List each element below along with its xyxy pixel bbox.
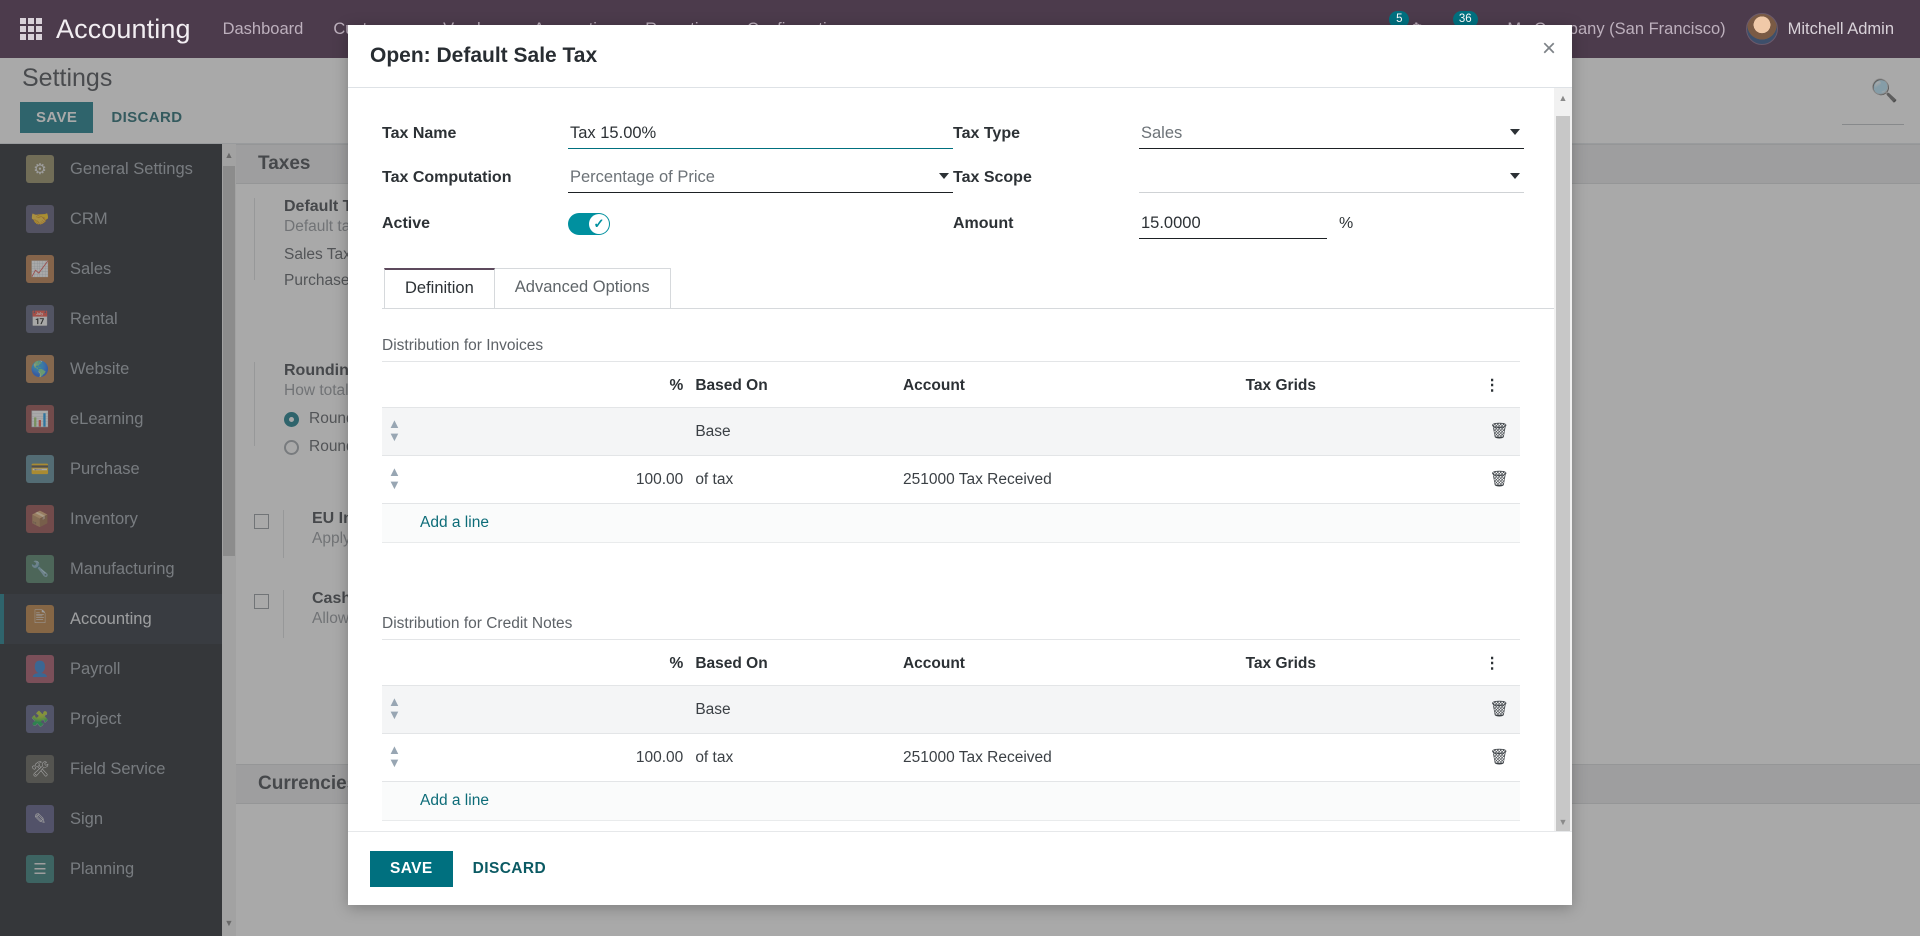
app-brand-title[interactable]: Accounting	[56, 14, 191, 45]
table-row[interactable]: ▲ ▼ 100.00 of tax 251000 Tax Received 🗑	[382, 455, 1520, 504]
active-toggle[interactable]	[568, 213, 610, 235]
dialog-discard-button[interactable]: DISCARD	[459, 851, 560, 887]
label-tax-type: Tax Type	[953, 125, 1020, 142]
th-blank	[428, 362, 557, 408]
add-a-line-invoices[interactable]: Add a line	[382, 504, 1520, 543]
drag-handle-icon[interactable]: ▲ ▼	[382, 685, 428, 734]
tax-computation-select[interactable]	[568, 163, 953, 193]
dialog-body: Tax Name Tax Computation	[348, 88, 1572, 831]
field-tax-scope: Tax Scope	[953, 160, 1524, 196]
label-tax-computation: Tax Computation	[382, 169, 512, 186]
cell-account[interactable]	[896, 407, 1240, 456]
tax-type-select[interactable]	[1139, 119, 1524, 149]
dialog-tabs: Definition Advanced Options	[382, 268, 1572, 309]
th-percent: %	[669, 376, 684, 394]
table-row[interactable]: ▲ ▼ 100.00 of tax 251000 Tax Received 🗑	[382, 733, 1520, 782]
apps-grid-icon[interactable]	[20, 18, 42, 40]
delete-row-icon[interactable]: 🗑	[1478, 733, 1520, 782]
dialog-scroll-thumb[interactable]	[1556, 116, 1570, 831]
table-header-row: % Based On Account Tax Grids ⋮	[382, 362, 1520, 408]
cell-percent[interactable]: 100.00	[556, 733, 690, 782]
th-account: Account	[902, 376, 965, 394]
column-options-icon[interactable]: ⋮	[1478, 362, 1520, 408]
th-account: Account	[902, 654, 965, 672]
th-tax-grids: Tax Grids	[1245, 654, 1316, 672]
cell-account[interactable]: 251000 Tax Received	[896, 455, 1240, 504]
distribution-invoices: Distribution for Invoices % Based On Acc…	[382, 337, 1520, 543]
label-active: Active	[382, 215, 431, 232]
field-amount: Amount %	[953, 206, 1524, 242]
tax-name-input[interactable]	[568, 119, 953, 149]
amount-input[interactable]	[1139, 209, 1327, 239]
distribution-invoices-table: % Based On Account Tax Grids ⋮ ▲ ▼ Base …	[382, 362, 1520, 504]
column-options-icon[interactable]: ⋮	[1478, 640, 1520, 686]
delete-row-icon[interactable]: 🗑	[1478, 455, 1520, 504]
cell-percent[interactable]	[556, 685, 690, 734]
tax-form: Tax Name Tax Computation	[348, 116, 1554, 242]
cell-percent[interactable]: 100.00	[556, 455, 690, 504]
dialog-title: Open: Default Sale Tax	[370, 44, 598, 67]
user-name-label: Mitchell Admin	[1787, 19, 1894, 38]
tab-advanced-options[interactable]: Advanced Options	[494, 268, 671, 309]
cell-based-on[interactable]: of tax	[689, 733, 897, 782]
tax-scope-select[interactable]	[1139, 163, 1524, 193]
distribution-invoices-title: Distribution for Invoices	[382, 337, 1520, 362]
label-tax-name: Tax Name	[382, 125, 457, 142]
dialog-scroll-area: Tax Name Tax Computation	[348, 88, 1572, 831]
dialog-scroll-down-icon[interactable]: ▼	[1557, 817, 1569, 827]
field-tax-type: Tax Type	[953, 116, 1524, 152]
tab-definition[interactable]: Definition	[384, 268, 495, 309]
delete-row-icon[interactable]: 🗑	[1478, 407, 1520, 456]
field-active: Active	[382, 206, 953, 242]
avatar	[1745, 13, 1778, 45]
th-based-on: Based On	[695, 654, 768, 672]
field-tax-computation: Tax Computation	[382, 160, 953, 196]
drag-handle-icon[interactable]: ▲ ▼	[382, 455, 428, 504]
tax-dialog: Open: Default Sale Tax × Tax Name Tax Co…	[348, 25, 1572, 905]
dialog-scroll-up-icon[interactable]: ▲	[1557, 93, 1569, 103]
add-a-line-credit-notes[interactable]: Add a line	[382, 782, 1520, 821]
th-tax-grids: Tax Grids	[1245, 376, 1316, 394]
amount-suffix: %	[1339, 215, 1354, 232]
table-row[interactable]: ▲ ▼ Base 🗑	[382, 407, 1520, 456]
dialog-footer: SAVE DISCARD	[348, 831, 1572, 905]
delete-row-icon[interactable]: 🗑	[1478, 685, 1520, 734]
distribution-credit-notes-table: % Based On Account Tax Grids ⋮ ▲ ▼ Base …	[382, 640, 1520, 782]
cell-tax-grids[interactable]	[1239, 407, 1479, 456]
label-tax-scope: Tax Scope	[953, 169, 1032, 186]
th-percent: %	[669, 654, 684, 672]
cell-account[interactable]: 251000 Tax Received	[896, 733, 1240, 782]
cell-based-on[interactable]: Base	[689, 685, 897, 734]
label-amount: Amount	[953, 215, 1014, 232]
field-tax-name: Tax Name	[382, 116, 953, 152]
dialog-header: Open: Default Sale Tax ×	[348, 25, 1572, 88]
th-blank	[428, 640, 557, 686]
table-row[interactable]: ▲ ▼ Base 🗑	[382, 685, 1520, 734]
cell-tax-grids[interactable]	[1239, 733, 1479, 782]
cell-account[interactable]	[896, 685, 1240, 734]
user-menu[interactable]: Mitchell Admin	[1745, 13, 1894, 45]
cell-percent[interactable]	[556, 407, 690, 456]
th-based-on: Based On	[695, 376, 768, 394]
close-icon[interactable]: ×	[1542, 37, 1556, 61]
drag-handle-icon[interactable]: ▲ ▼	[382, 733, 428, 782]
cell-based-on[interactable]: Base	[689, 407, 897, 456]
form-left-column: Tax Name Tax Computation	[382, 116, 953, 242]
form-right-column: Tax Type Tax Scope	[953, 116, 1524, 242]
nav-item-dashboard[interactable]: Dashboard	[223, 20, 304, 39]
th-drag	[382, 640, 428, 686]
cell-tax-grids[interactable]	[1239, 685, 1479, 734]
drag-handle-icon[interactable]: ▲ ▼	[382, 407, 428, 456]
th-drag	[382, 362, 428, 408]
table-header-row: % Based On Account Tax Grids ⋮	[382, 640, 1520, 686]
cell-based-on[interactable]: of tax	[689, 455, 897, 504]
dialog-save-button[interactable]: SAVE	[370, 850, 453, 887]
distribution-credit-notes: Distribution for Credit Notes % Based On…	[382, 615, 1520, 821]
distribution-credit-notes-title: Distribution for Credit Notes	[382, 615, 1520, 640]
cell-tax-grids[interactable]	[1239, 455, 1479, 504]
